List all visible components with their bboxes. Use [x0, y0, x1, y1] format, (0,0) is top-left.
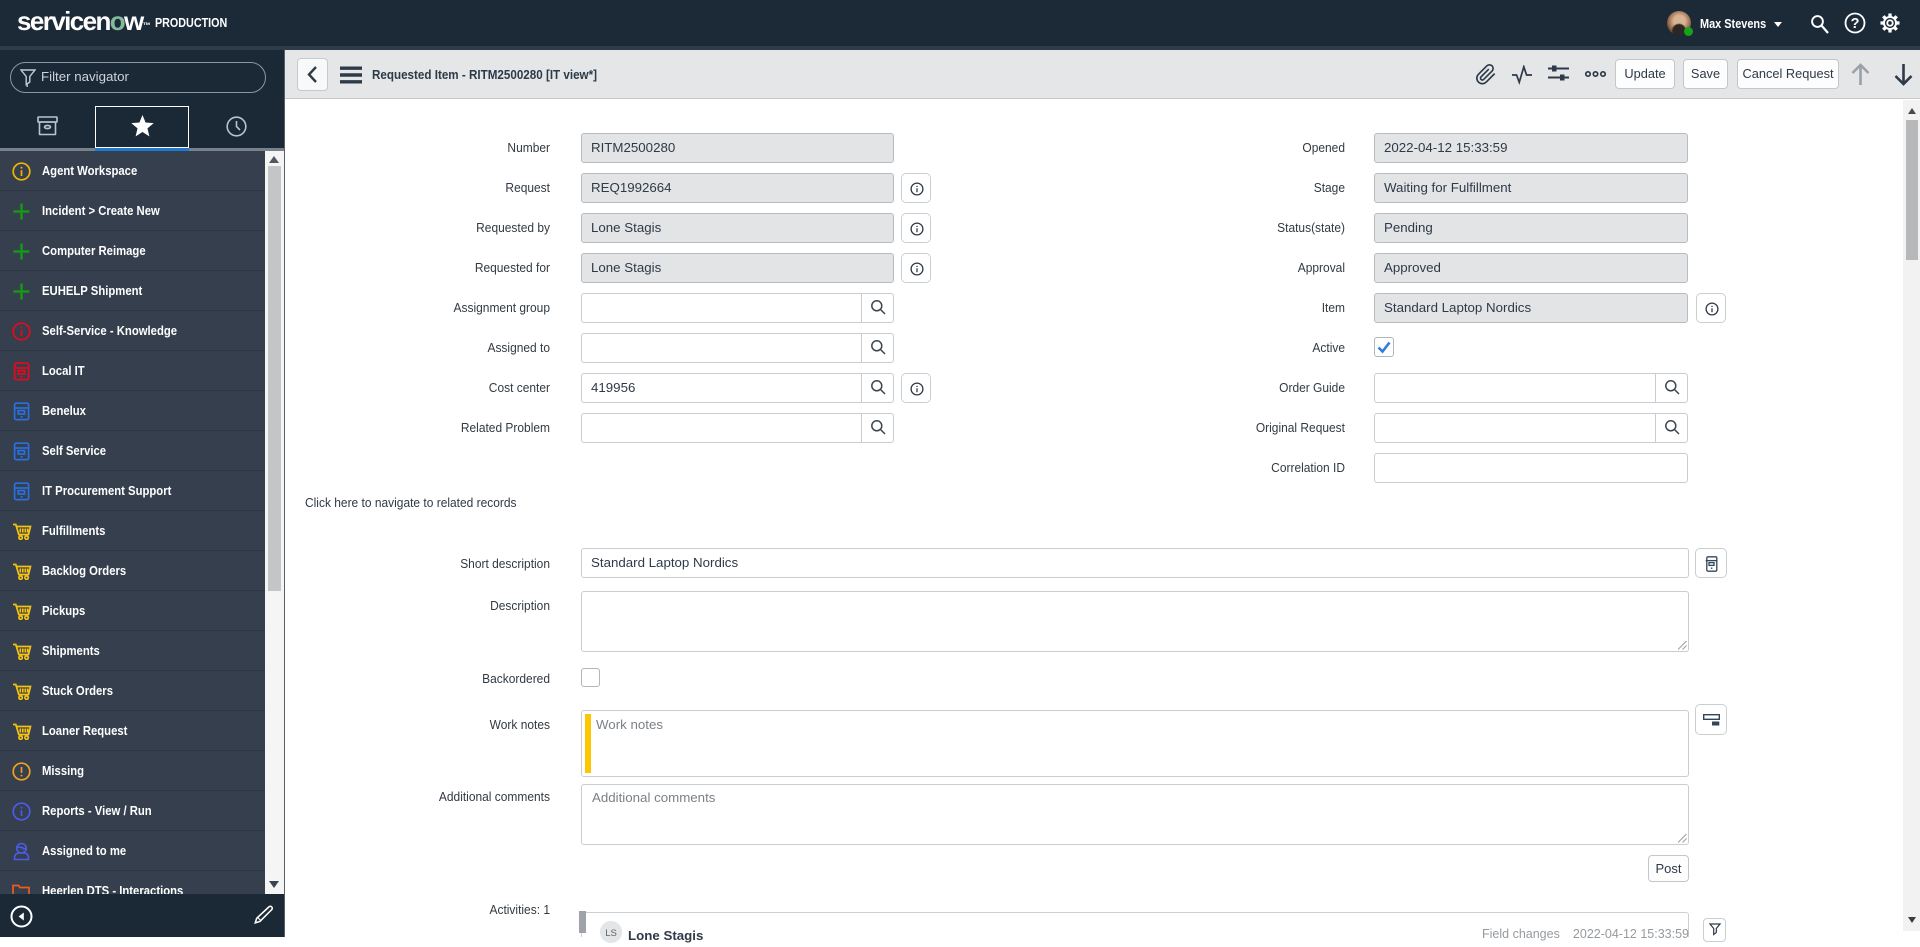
- svg-text:?: ?: [1851, 16, 1860, 32]
